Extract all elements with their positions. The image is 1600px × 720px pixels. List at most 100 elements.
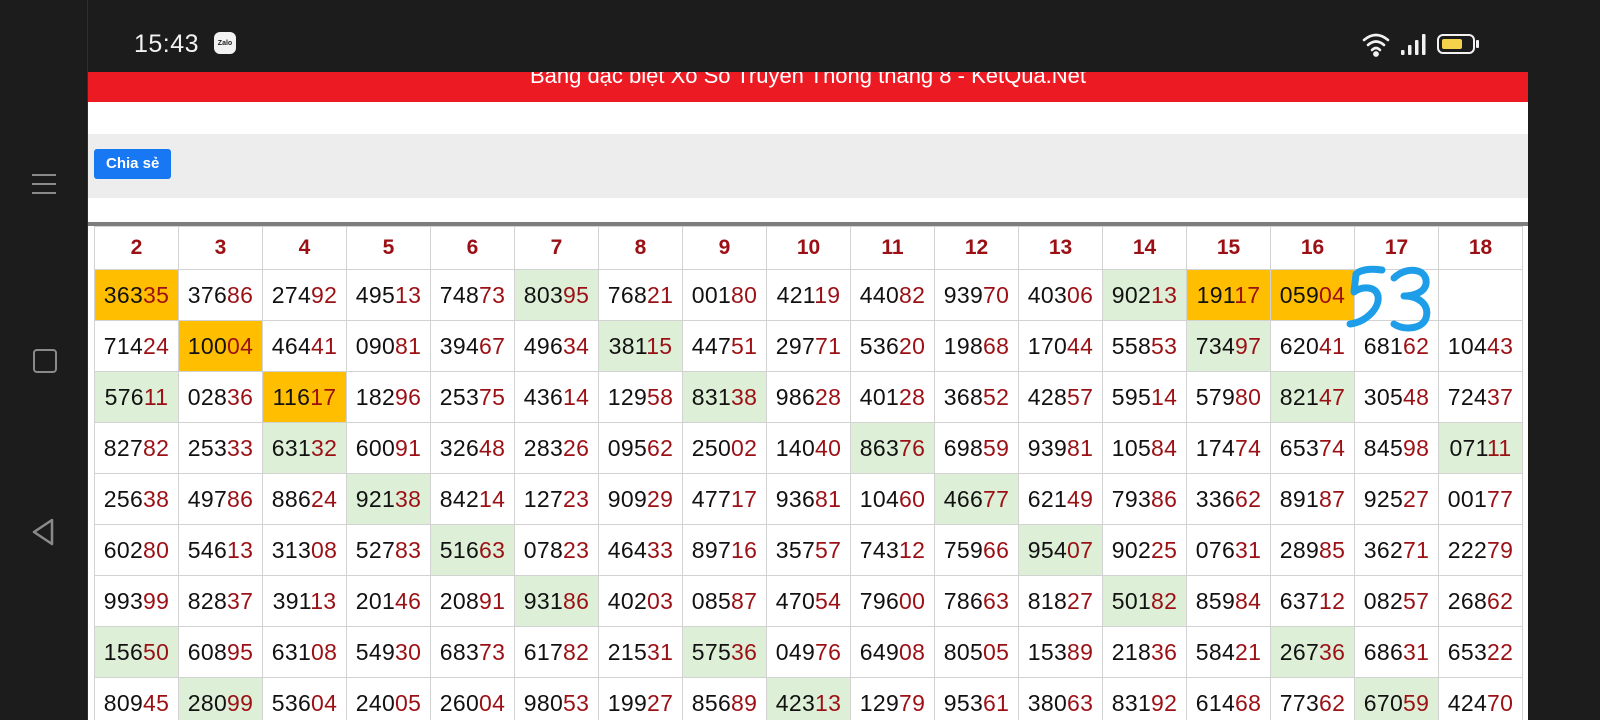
table-cell: 17044 xyxy=(1018,320,1103,372)
cell-leading-digits: 095 xyxy=(607,434,648,461)
cell-leading-digits: 954 xyxy=(1027,536,1068,563)
cell-leading-digits: 909 xyxy=(607,485,648,512)
home-icon[interactable] xyxy=(26,342,62,378)
cell-leading-digits: 208 xyxy=(439,587,480,614)
cell-last-two-digits: 21 xyxy=(1235,638,1262,665)
cell-leading-digits: 584 xyxy=(1195,638,1236,665)
zalo-notification-icon: Zalo xyxy=(214,32,236,54)
cell-last-two-digits: 13 xyxy=(815,689,842,716)
cell-leading-digits: 576 xyxy=(104,383,144,410)
cell-leading-digits: 440 xyxy=(859,281,900,308)
cell-last-two-digits: 81 xyxy=(815,485,842,512)
table-cell: 12979 xyxy=(850,677,935,720)
table-cell: 79600 xyxy=(850,575,935,627)
cell-leading-digits: 082 xyxy=(1363,587,1404,614)
table-cell: 62149 xyxy=(1018,473,1103,525)
table-cell: 63712 xyxy=(1270,575,1355,627)
cell-last-two-digits: 59 xyxy=(983,434,1010,461)
cell-last-two-digits: 27 xyxy=(1067,587,1094,614)
handwritten-annotation xyxy=(1346,265,1431,332)
results-table-container[interactable]: 2 3 4 5 6 7 8 9 10 11 12 13 14 15 16 17 18 36335 37686 274… xyxy=(88,222,1528,720)
cell-last-two-digits: 13 xyxy=(1151,281,1178,308)
cell-leading-digits: 686 xyxy=(1363,638,1404,665)
cell-leading-digits: 856 xyxy=(691,689,732,716)
cell-last-two-digits: 23 xyxy=(563,485,590,512)
table-cell: 89716 xyxy=(682,524,767,576)
table-cell: 11617 xyxy=(262,371,347,423)
table-cell: 08587 xyxy=(682,575,767,627)
web-page: Bảng đặc biệt Xổ Số Truyền Thống tháng 8… xyxy=(88,72,1528,720)
cell-leading-digits: 470 xyxy=(775,587,816,614)
table-cell: 64908 xyxy=(850,626,935,678)
cell-leading-digits: 827 xyxy=(103,434,144,461)
table-cell: 73497 xyxy=(1186,320,1271,372)
cell-last-two-digits: 16 xyxy=(731,536,758,563)
cell-leading-digits: 280 xyxy=(187,689,228,716)
table-cell: 17474 xyxy=(1186,422,1271,474)
table-cell: 67059 xyxy=(1354,677,1439,720)
cell-last-two-digits: 31 xyxy=(1235,536,1262,563)
table-cell: 68373 xyxy=(430,626,515,678)
cell-last-two-digits: 98 xyxy=(1403,434,1430,461)
back-icon[interactable] xyxy=(26,514,62,550)
table-cell: 72437 xyxy=(1438,371,1523,423)
table-cell: 54613 xyxy=(178,524,263,576)
cell-last-two-digits: 29 xyxy=(647,485,674,512)
share-button[interactable]: Chia sẻ xyxy=(94,149,172,179)
cell-leading-digits: 536 xyxy=(271,689,312,716)
cell-leading-digits: 902 xyxy=(1111,281,1152,308)
cell-last-two-digits: 37 xyxy=(1487,383,1514,410)
cell-leading-digits: 104 xyxy=(859,485,900,512)
cell-last-two-digits: 11 xyxy=(1487,434,1512,461)
cell-leading-digits: 516 xyxy=(439,536,480,563)
table-cell: 47717 xyxy=(682,473,767,525)
cell-leading-digits: 104 xyxy=(1447,332,1488,359)
table-cell: 55853 xyxy=(1102,320,1187,372)
cell-last-two-digits: 27 xyxy=(647,689,674,716)
cell-leading-digits: 076 xyxy=(1195,536,1236,563)
table-cell: 44082 xyxy=(850,269,935,321)
cell-last-two-digits: 13 xyxy=(310,587,337,614)
table-cell: 36335 xyxy=(94,269,179,321)
cell-leading-digits: 402 xyxy=(607,587,648,614)
table-cell: 82782 xyxy=(94,422,179,474)
menu-icon[interactable] xyxy=(26,170,62,206)
table-cell: 19927 xyxy=(598,677,683,720)
cell-last-two-digits: 74 xyxy=(1319,434,1346,461)
cell-last-two-digits: 17 xyxy=(731,485,758,512)
table-cell: 98628 xyxy=(766,371,851,423)
cell-last-two-digits: 48 xyxy=(479,434,506,461)
cell-last-two-digits: 86 xyxy=(1151,485,1178,512)
cell-last-two-digits: 31 xyxy=(647,638,674,665)
cell-leading-digits: 902 xyxy=(1111,536,1152,563)
cell-leading-digits: 357 xyxy=(775,536,816,563)
cell-leading-digits: 497 xyxy=(187,485,228,512)
cell-last-two-digits: 85 xyxy=(1319,536,1346,563)
cell-last-two-digits: 12 xyxy=(899,536,926,563)
cell-last-two-digits: 75 xyxy=(479,383,506,410)
cell-leading-digits: 549 xyxy=(355,638,396,665)
cell-leading-digits: 595 xyxy=(1111,383,1152,410)
table-cell: 95361 xyxy=(934,677,1019,720)
table-cell: 28099 xyxy=(178,677,263,720)
cell-leading-digits: 939 xyxy=(1027,434,1068,461)
table-cell: 84598 xyxy=(1354,422,1439,474)
table-cell: 80395 xyxy=(514,269,599,321)
cell-leading-digits: 218 xyxy=(1111,638,1152,665)
table-cell: 42857 xyxy=(1018,371,1103,423)
table-cell: 05904 xyxy=(1270,269,1355,321)
signal-icon xyxy=(1401,34,1426,55)
table-cell: 93981 xyxy=(1018,422,1103,474)
table-cell: 83138 xyxy=(682,371,767,423)
cell-leading-digits: 931 xyxy=(523,587,564,614)
cell-last-two-digits: 63 xyxy=(479,536,506,563)
cell-last-two-digits: 80 xyxy=(731,281,758,308)
table-cell: 33662 xyxy=(1186,473,1271,525)
table-cell: 80505 xyxy=(934,626,1019,678)
cell-last-two-digits: 14 xyxy=(1151,383,1178,410)
share-toolbar: Chia sẻ xyxy=(88,134,1528,198)
system-navigation-bar xyxy=(0,0,88,720)
cell-last-two-digits: 62 xyxy=(1235,485,1262,512)
table-cell: 53620 xyxy=(850,320,935,372)
table-cell: 46677 xyxy=(934,473,1019,525)
